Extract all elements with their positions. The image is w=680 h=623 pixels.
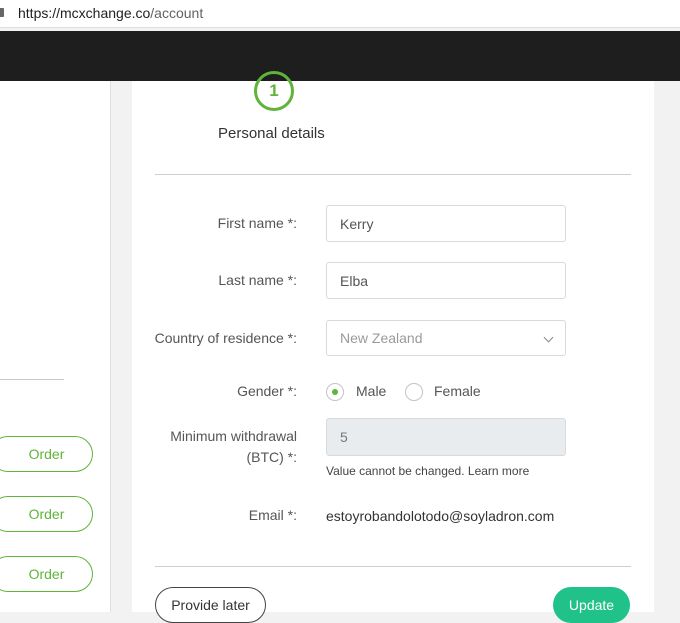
country-label: Country of residence *:	[154, 330, 297, 346]
provide-later-button[interactable]: Provide later	[155, 587, 266, 623]
lock-icon	[0, 8, 4, 17]
url-text[interactable]: https://mcxchange.co/account	[18, 5, 203, 21]
country-select-value: New Zealand	[340, 330, 423, 346]
divider-top	[155, 174, 631, 175]
order-button[interactable]: Order	[0, 496, 93, 532]
step-number-badge: 1	[254, 71, 294, 111]
gender-male-radio[interactable]	[326, 383, 344, 401]
min-withdrawal-input: 5	[326, 418, 566, 456]
email-label: Email *:	[248, 507, 297, 523]
radio-selected-dot	[332, 389, 338, 395]
sidebar-divider	[0, 379, 64, 380]
sidebar: Order Order Order	[0, 81, 111, 612]
min-withdrawal-label-line1: Minimum withdrawal	[170, 428, 297, 444]
min-withdrawal-hint[interactable]: Value cannot be changed. Learn more	[326, 464, 529, 478]
gender-female-radio[interactable]	[405, 383, 423, 401]
order-button[interactable]: Order	[0, 436, 93, 472]
last-name-input[interactable]: Elba	[326, 262, 566, 299]
gender-label: Gender *:	[237, 383, 297, 399]
browser-url-bar[interactable]: https://mcxchange.co/account	[0, 0, 680, 28]
step-title: Personal details	[218, 125, 325, 142]
last-name-label: Last name *:	[218, 272, 297, 288]
url-host: https://mcxchange.co	[18, 5, 151, 21]
site-header	[0, 31, 680, 81]
min-withdrawal-label-line2: (BTC) *:	[246, 449, 297, 465]
personal-details-card: 1 Personal details First name *: Kerry L…	[132, 71, 654, 623]
update-button[interactable]: Update	[553, 587, 630, 623]
url-path: /account	[150, 5, 204, 21]
gender-male-label[interactable]: Male	[356, 383, 386, 399]
country-select[interactable]: New Zealand	[326, 320, 566, 356]
email-value: estoyrobandolotodo@soyladron.com	[326, 508, 555, 524]
divider-bottom	[155, 566, 631, 567]
gender-female-label[interactable]: Female	[434, 383, 481, 399]
chevron-down-icon	[543, 332, 554, 343]
first-name-input[interactable]: Kerry	[326, 205, 566, 242]
order-button[interactable]: Order	[0, 556, 93, 592]
first-name-label: First name *:	[217, 215, 297, 231]
